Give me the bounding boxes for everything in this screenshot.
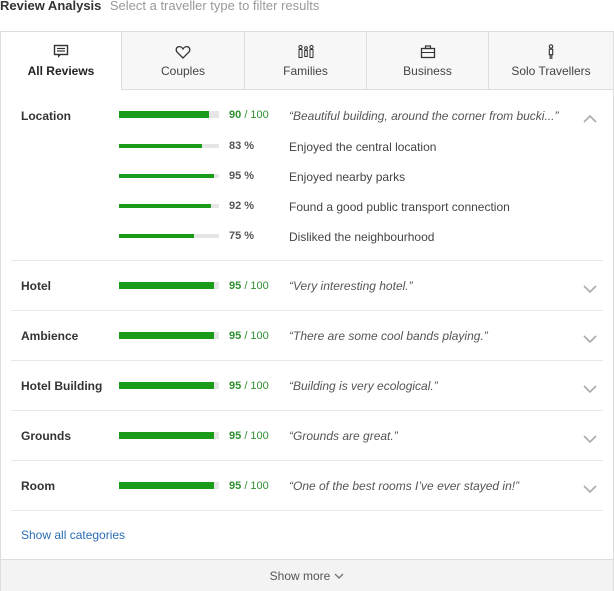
subitem-percent: 92 % <box>229 200 255 212</box>
score-bar-fill <box>119 282 214 289</box>
review-analysis-header: Review Analysis Select a traveller type … <box>0 0 319 15</box>
chevron-down-icon <box>334 573 344 580</box>
score-bar-fill <box>119 111 209 118</box>
category-score: 95 / 100 <box>229 330 269 342</box>
category-score: 95 / 100 <box>229 480 269 492</box>
score-bar-fill <box>119 332 214 339</box>
category-name: Hotel Building <box>21 379 103 393</box>
score-bar-fill <box>119 482 214 489</box>
tab-label: Couples <box>160 64 206 78</box>
subitem-text: Enjoyed nearby parks <box>289 170 406 184</box>
score-bar <box>119 282 219 289</box>
category-row-grounds[interactable]: Grounds 95 / 100 “Grounds are great.” <box>11 411 603 461</box>
category-name: Ambience <box>21 329 79 343</box>
category-row-hotel-building[interactable]: Hotel Building 95 / 100 “Building is ver… <box>11 361 603 411</box>
tab-label: Solo Travellers <box>511 64 591 78</box>
category-name: Grounds <box>21 429 71 443</box>
page-subtitle: Select a traveller type to filter result… <box>109 0 320 13</box>
tab-families[interactable]: Families <box>244 32 366 90</box>
subitem-bar-fill <box>119 234 194 238</box>
subitem-bar <box>119 144 219 148</box>
score-bar <box>119 482 219 489</box>
chevron-down-icon[interactable] <box>583 481 597 494</box>
tab-label: All Reviews <box>27 64 95 78</box>
subitem-bar <box>119 204 219 208</box>
score-bar <box>119 332 219 339</box>
subitem-percent: 83 % <box>229 140 255 152</box>
subitem-text: Found a good public transport connection <box>289 200 510 214</box>
category-name: Room <box>21 479 55 493</box>
person-icon <box>489 44 613 60</box>
family-icon <box>245 44 366 60</box>
subitem-row: 75 % Disliked the neighbourhood <box>11 228 603 248</box>
category-score: 90 / 100 <box>229 109 269 121</box>
heart-icon <box>122 44 244 60</box>
category-score: 95 / 100 <box>229 430 269 442</box>
chevron-down-icon[interactable] <box>583 281 597 294</box>
subitem-text: Disliked the neighbourhood <box>289 230 435 244</box>
score-bar <box>119 432 219 439</box>
category-name: Location <box>21 109 71 123</box>
tab-label: Families <box>283 64 328 78</box>
category-row-location[interactable]: Location 90 / 100 “Beautiful building, a… <box>11 91 603 261</box>
page-title: Review Analysis <box>0 0 102 13</box>
chevron-down-icon[interactable] <box>583 431 597 444</box>
chevron-up-icon[interactable] <box>583 111 597 123</box>
category-row-hotel[interactable]: Hotel 95 / 100 “Very interesting hotel.” <box>11 261 603 311</box>
category-quote: “Building is very ecological.” <box>289 379 438 393</box>
subitem-row: 95 % Enjoyed nearby parks <box>11 168 603 188</box>
tab-all-reviews[interactable]: All Reviews <box>1 32 121 90</box>
subitem-text: Enjoyed the central location <box>289 140 437 154</box>
category-quote: “There are some cool bands playing.” <box>289 329 488 343</box>
tab-business[interactable]: Business <box>366 32 488 90</box>
subitem-bar <box>119 174 219 178</box>
tab-label: Business <box>403 64 452 78</box>
category-name: Hotel <box>21 279 51 293</box>
score-bar <box>119 382 219 389</box>
score-bar-fill <box>119 432 214 439</box>
speech-bubble-icon <box>1 44 121 60</box>
chevron-down-icon[interactable] <box>583 331 597 344</box>
score-bar <box>119 111 219 118</box>
review-analysis-panel: All Reviews Couples Families Business So… <box>0 31 614 591</box>
category-score: 95 / 100 <box>229 380 269 392</box>
category-quote: “Grounds are great.” <box>289 429 398 443</box>
subitem-bar-fill <box>119 204 211 208</box>
chevron-down-icon[interactable] <box>583 381 597 394</box>
subitem-row: 92 % Found a good public transport conne… <box>11 198 603 218</box>
subitem-bar-fill <box>119 144 202 148</box>
category-row-room[interactable]: Room 95 / 100 “One of the best rooms I’v… <box>11 461 603 511</box>
subitem-bar-fill <box>119 174 214 178</box>
show-all-categories-link[interactable]: Show all categories <box>21 528 125 542</box>
subitem-bar <box>119 234 219 238</box>
show-more-label: Show more <box>270 569 345 583</box>
category-quote: “Very interesting hotel.” <box>289 279 413 293</box>
briefcase-icon <box>367 44 488 60</box>
category-row-ambience[interactable]: Ambience 95 / 100 “There are some cool b… <box>11 311 603 361</box>
category-quote: “One of the best rooms I’ve ever stayed … <box>289 479 520 493</box>
subitem-percent: 95 % <box>229 170 255 182</box>
show-more-button[interactable]: Show more <box>1 559 613 591</box>
category-quote: “Beautiful building, around the corner f… <box>289 109 559 123</box>
traveller-type-tabs: All Reviews Couples Families Business So… <box>1 32 613 91</box>
tab-solo-travellers[interactable]: Solo Travellers <box>488 32 613 90</box>
subitem-row: 83 % Enjoyed the central location <box>11 138 603 158</box>
subitem-percent: 75 % <box>229 230 255 242</box>
score-bar-fill <box>119 382 214 389</box>
tab-couples[interactable]: Couples <box>121 32 244 90</box>
category-score: 95 / 100 <box>229 280 269 292</box>
